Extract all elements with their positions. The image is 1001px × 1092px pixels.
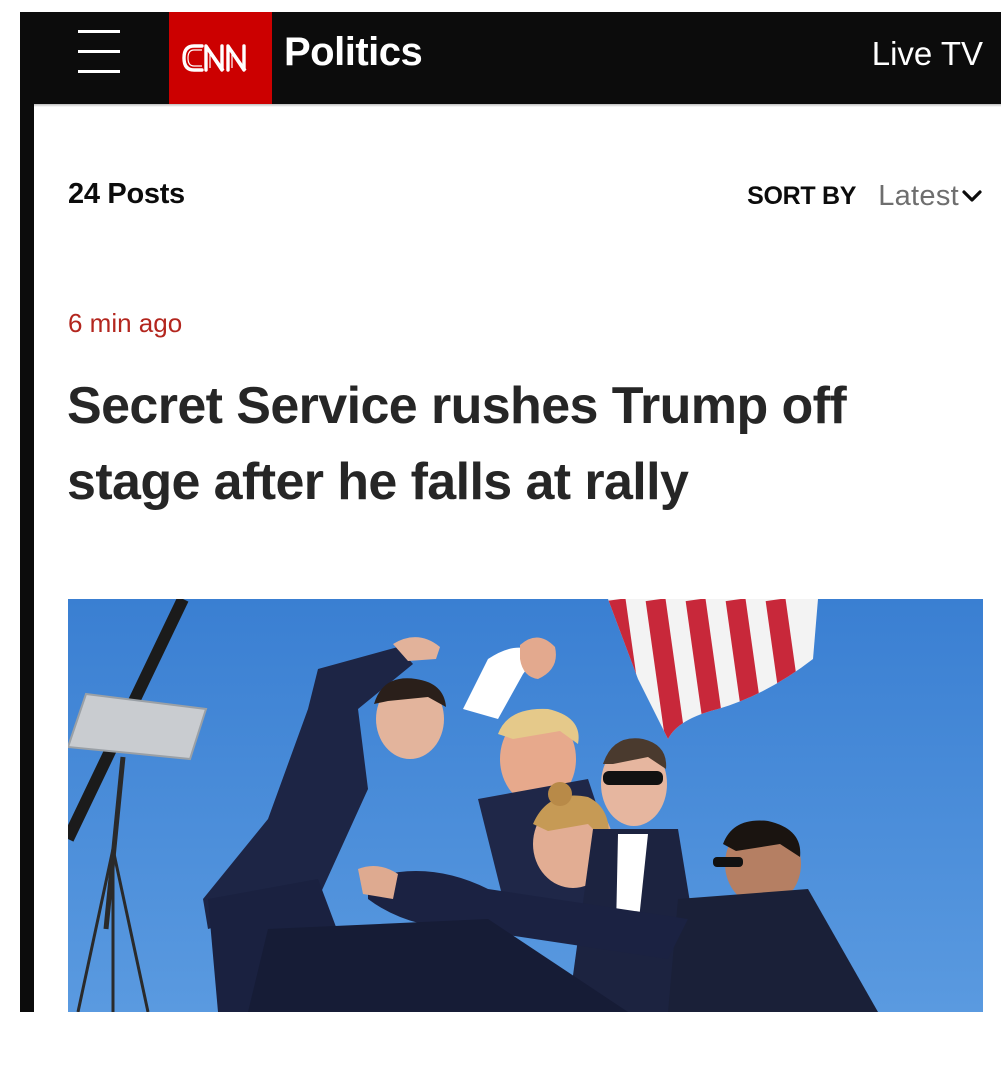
- post-headline[interactable]: Secret Service rushes Trump off stage af…: [67, 368, 987, 520]
- sort-dropdown[interactable]: Latest: [878, 180, 983, 213]
- live-tv-link[interactable]: Live TV: [872, 32, 983, 76]
- agent-hand: [358, 865, 398, 899]
- sort-label: SORT BY: [747, 181, 857, 210]
- cnn-logo[interactable]: [169, 12, 272, 104]
- hamburger-menu-icon[interactable]: [78, 30, 120, 74]
- sort-value: Latest: [878, 179, 959, 212]
- left-edge: [20, 12, 34, 1012]
- post-timestamp: 6 min ago: [68, 308, 183, 338]
- screen: Politics Live TV 24 Posts SORT BY Latest…: [0, 0, 1001, 1092]
- rally-photo-illustration: [68, 599, 983, 1012]
- post-photo[interactable]: [68, 599, 983, 1012]
- sort-control: SORT BY Latest: [747, 176, 983, 216]
- chevron-down-icon: [962, 190, 982, 202]
- cnn-logo-mark: [182, 44, 247, 72]
- posts-count: 24 Posts: [68, 178, 185, 210]
- section-title[interactable]: Politics: [284, 28, 423, 76]
- nav-shadow: [34, 104, 1001, 107]
